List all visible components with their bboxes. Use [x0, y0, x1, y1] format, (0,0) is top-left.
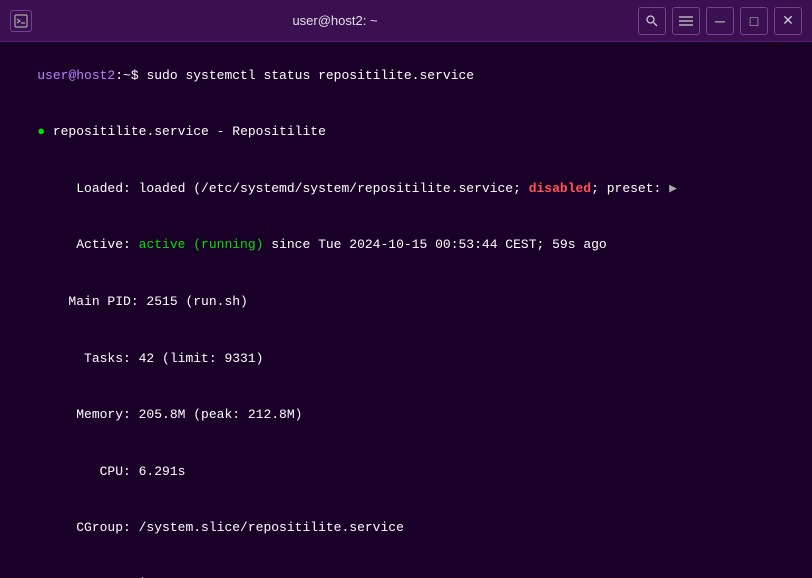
- search-button[interactable]: [638, 7, 666, 35]
- maximize-button[interactable]: □: [740, 7, 768, 35]
- title-bar-left: [10, 10, 32, 32]
- terminal-line-loaded: Loaded: loaded (/etc/systemd/system/repo…: [0, 161, 812, 218]
- terminal-line-cpu: CPU: 6.291s: [0, 444, 812, 501]
- terminal-line-prompt: user@host2:~$ sudo systemctl status repo…: [0, 48, 812, 105]
- terminal-line-pid: Main PID: 2515 (run.sh): [0, 274, 812, 331]
- terminal-line-active: Active: active (running) since Tue 2024-…: [0, 218, 812, 275]
- service-dot: ●: [37, 124, 45, 139]
- close-button[interactable]: ✕: [774, 7, 802, 35]
- title-bar: user@host2: ~ ─ □ ✕: [0, 0, 812, 42]
- terminal-icon: [10, 10, 32, 32]
- terminal[interactable]: user@host2:~$ sudo systemctl status repo…: [0, 42, 812, 578]
- menu-button[interactable]: [672, 7, 700, 35]
- terminal-line-cgroup: CGroup: /system.slice/repositilite.servi…: [0, 500, 812, 557]
- terminal-line-memory: Memory: 205.8M (peak: 212.8M): [0, 387, 812, 444]
- prompt-user: user@host2: [37, 68, 115, 83]
- minimize-button[interactable]: ─: [706, 7, 734, 35]
- terminal-line-service: ● repositilite.service - Repositilite: [0, 105, 812, 162]
- title-bar-controls: ─ □ ✕: [638, 7, 802, 35]
- terminal-line-cgroup1: └─2515 /bin/sh /opt/repositilite/run.sh: [0, 557, 812, 578]
- terminal-line-tasks: Tasks: 42 (limit: 9331): [0, 331, 812, 388]
- window-title: user@host2: ~: [292, 13, 377, 28]
